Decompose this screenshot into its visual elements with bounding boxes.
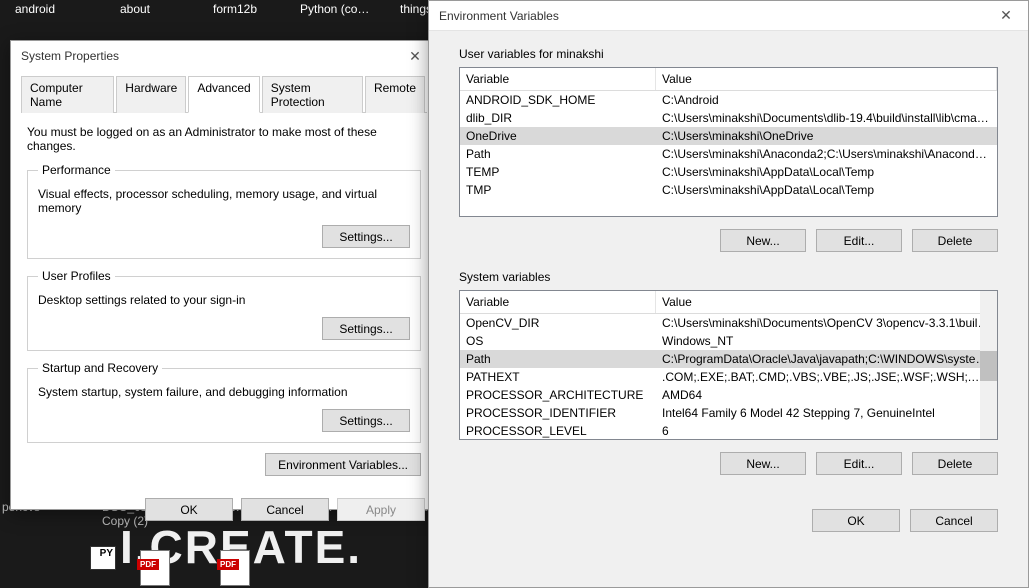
user-vars-label: User variables for minakshi	[459, 47, 998, 61]
cell-variable: PROCESSOR_LEVEL	[460, 423, 656, 438]
group-title: Startup and Recovery	[38, 361, 162, 375]
apply-button[interactable]: Apply	[337, 498, 425, 521]
environment-variables-button[interactable]: Environment Variables...	[265, 453, 421, 476]
cell-variable: PROCESSOR_IDENTIFIER	[460, 405, 656, 421]
system-properties-window: System Properties ✕ Computer Name Hardwa…	[10, 40, 438, 510]
table-row[interactable]: PROCESSOR_IDENTIFIERIntel64 Family 6 Mod…	[460, 404, 997, 422]
cell-variable: PROCESSOR_ARCHITECTURE	[460, 387, 656, 403]
cell-value: C:\Users\minakshi\AppData\Local\Temp	[656, 182, 997, 198]
desktop-icon[interactable]: form12b	[200, 2, 270, 16]
list-header: Variable Value	[460, 291, 997, 314]
cell-value: C:\Users\minakshi\Documents\dlib-19.4\bu…	[656, 110, 997, 126]
table-row[interactable]: TEMPC:\Users\minakshi\AppData\Local\Temp	[460, 163, 997, 181]
cell-variable: PATHEXT	[460, 369, 656, 385]
sys-delete-button[interactable]: Delete	[912, 452, 998, 475]
cell-value: C:\Users\minakshi\Documents\OpenCV 3\ope…	[656, 315, 997, 331]
window-title: System Properties	[21, 49, 119, 63]
col-variable[interactable]: Variable	[460, 291, 656, 313]
performance-group: Performance Visual effects, processor sc…	[27, 163, 421, 259]
group-desc: System startup, system failure, and debu…	[38, 385, 410, 399]
cell-value: Intel64 Family 6 Model 42 Stepping 7, Ge…	[656, 405, 997, 421]
group-title: User Profiles	[38, 269, 115, 283]
cell-value: 6	[656, 423, 997, 438]
admin-note: You must be logged on as an Administrato…	[27, 125, 421, 153]
cancel-button[interactable]: Cancel	[910, 509, 998, 532]
table-row[interactable]: OSWindows_NT	[460, 332, 997, 350]
col-value[interactable]: Value	[656, 291, 997, 313]
tab-system-protection[interactable]: System Protection	[262, 76, 363, 113]
tab-remote[interactable]: Remote	[365, 76, 425, 113]
system-vars-list[interactable]: Variable Value OpenCV_DIRC:\Users\minaks…	[459, 290, 998, 440]
pdf-file-icon[interactable]	[140, 550, 170, 586]
startup-recovery-group: Startup and Recovery System startup, sys…	[27, 361, 421, 443]
cell-variable: OpenCV_DIR	[460, 315, 656, 331]
table-row[interactable]: ANDROID_SDK_HOMEC:\Android	[460, 91, 997, 109]
cell-value: C:\Users\minakshi\AppData\Local\Temp	[656, 164, 997, 180]
ok-button[interactable]: OK	[145, 498, 233, 521]
startup-settings-button[interactable]: Settings...	[322, 409, 410, 432]
group-desc: Visual effects, processor scheduling, me…	[38, 187, 410, 215]
cancel-button[interactable]: Cancel	[241, 498, 329, 521]
tab-computer-name[interactable]: Computer Name	[21, 76, 114, 113]
cell-value: C:\ProgramData\Oracle\Java\javapath;C:\W…	[656, 351, 997, 367]
scrollbar-thumb[interactable]	[980, 351, 997, 381]
cell-variable: OneDrive	[460, 128, 656, 144]
group-title: Performance	[38, 163, 115, 177]
pdf-file-icon[interactable]	[220, 550, 250, 586]
cell-variable: Path	[460, 351, 656, 367]
py-file-icon[interactable]: PY	[90, 546, 116, 570]
desktop-icon[interactable]: Python (comma...	[300, 2, 370, 16]
table-row[interactable]: OpenCV_DIRC:\Users\minakshi\Documents\Op…	[460, 314, 997, 332]
cell-value: C:\Android	[656, 92, 997, 108]
group-desc: Desktop settings related to your sign-in	[38, 293, 410, 307]
scrollbar[interactable]	[980, 291, 997, 439]
performance-settings-button[interactable]: Settings...	[322, 225, 410, 248]
list-header: Variable Value	[460, 68, 997, 91]
cell-value: C:\Users\minakshi\OneDrive	[656, 128, 997, 144]
cell-variable: OS	[460, 333, 656, 349]
table-row[interactable]: PROCESSOR_ARCHITECTUREAMD64	[460, 386, 997, 404]
close-icon[interactable]: ✕	[984, 1, 1028, 31]
titlebar[interactable]: System Properties ✕	[11, 41, 437, 71]
user-vars-list[interactable]: Variable Value ANDROID_SDK_HOMEC:\Androi…	[459, 67, 998, 217]
cell-variable: ANDROID_SDK_HOME	[460, 92, 656, 108]
sys-edit-button[interactable]: Edit...	[816, 452, 902, 475]
table-row[interactable]: PATHEXT.COM;.EXE;.BAT;.CMD;.VBS;.VBE;.JS…	[460, 368, 997, 386]
tab-hardware[interactable]: Hardware	[116, 76, 186, 113]
cell-value: C:\Users\minakshi\Anaconda2;C:\Users\min…	[656, 146, 997, 162]
user-delete-button[interactable]: Delete	[912, 229, 998, 252]
user-edit-button[interactable]: Edit...	[816, 229, 902, 252]
environment-variables-window: Environment Variables ✕ User variables f…	[428, 0, 1029, 588]
cell-variable: dlib_DIR	[460, 110, 656, 126]
sys-new-button[interactable]: New...	[720, 452, 806, 475]
cell-variable: Path	[460, 146, 656, 162]
table-row[interactable]: OneDriveC:\Users\minakshi\OneDrive	[460, 127, 997, 145]
cell-value: AMD64	[656, 387, 997, 403]
desktop-icon[interactable]: android	[0, 2, 70, 16]
ok-button[interactable]: OK	[812, 509, 900, 532]
table-row[interactable]: TMPC:\Users\minakshi\AppData\Local\Temp	[460, 181, 997, 199]
table-row[interactable]: PROCESSOR_LEVEL6	[460, 422, 997, 438]
cell-variable: TEMP	[460, 164, 656, 180]
cell-variable: TMP	[460, 182, 656, 198]
user-profiles-group: User Profiles Desktop settings related t…	[27, 269, 421, 351]
tabs: Computer Name Hardware Advanced System P…	[21, 75, 427, 113]
titlebar[interactable]: Environment Variables ✕	[429, 1, 1028, 31]
table-row[interactable]: dlib_DIRC:\Users\minakshi\Documents\dlib…	[460, 109, 997, 127]
col-value[interactable]: Value	[656, 68, 997, 90]
desktop-icon[interactable]: about	[100, 2, 170, 16]
user-new-button[interactable]: New...	[720, 229, 806, 252]
sys-vars-label: System variables	[459, 270, 998, 284]
profiles-settings-button[interactable]: Settings...	[322, 317, 410, 340]
window-title: Environment Variables	[439, 9, 559, 23]
cell-value: Windows_NT	[656, 333, 997, 349]
tab-advanced[interactable]: Advanced	[188, 76, 259, 113]
col-variable[interactable]: Variable	[460, 68, 656, 90]
table-row[interactable]: PathC:\Users\minakshi\Anaconda2;C:\Users…	[460, 145, 997, 163]
table-row[interactable]: PathC:\ProgramData\Oracle\Java\javapath;…	[460, 350, 997, 368]
cell-value: .COM;.EXE;.BAT;.CMD;.VBS;.VBE;.JS;.JSE;.…	[656, 369, 997, 385]
